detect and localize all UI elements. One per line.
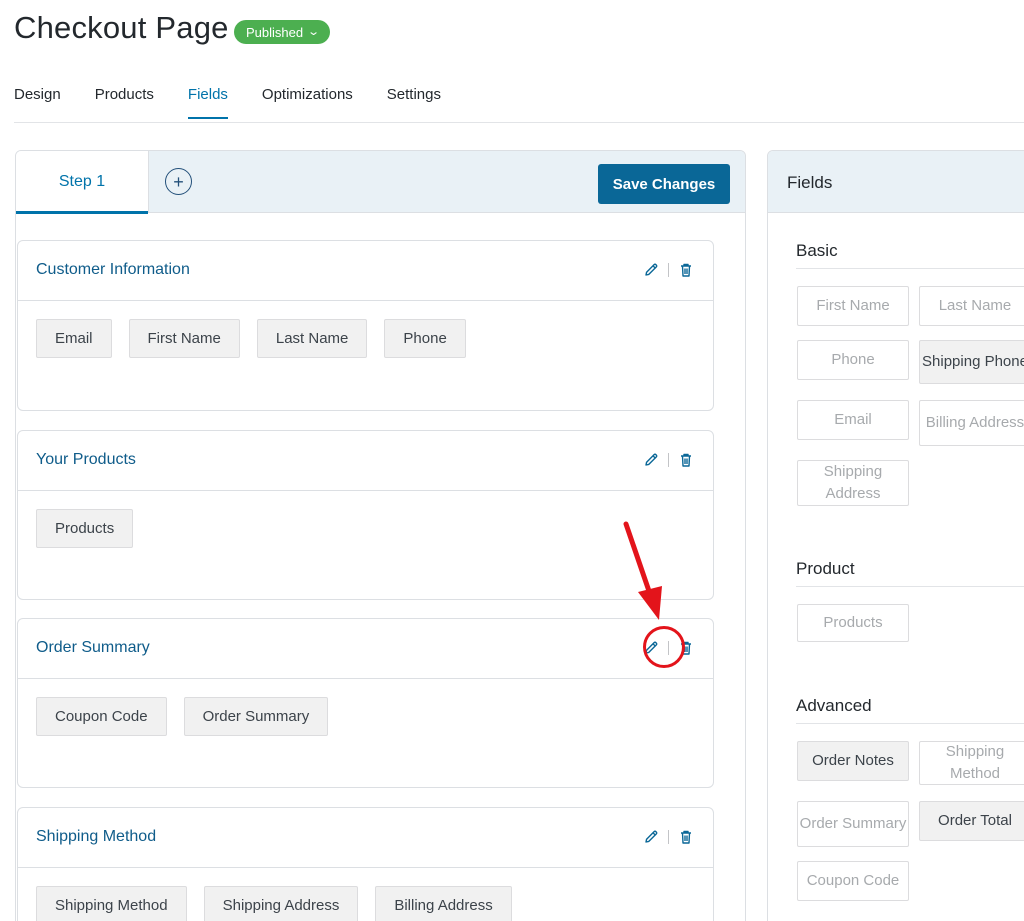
- add-step-button[interactable]: +: [165, 168, 192, 195]
- available-field-order-total[interactable]: Order Total: [919, 801, 1024, 841]
- group-title-advanced: Advanced: [796, 696, 872, 715]
- section-title: Your Products: [36, 451, 136, 468]
- divider: [668, 641, 669, 655]
- group-title-product: Product: [796, 559, 855, 578]
- step-tab[interactable]: Step 1: [16, 151, 149, 214]
- section-header: Order Summary: [18, 619, 713, 679]
- field-chip-products[interactable]: Products: [36, 509, 134, 548]
- available-field-last-name[interactable]: Last Name: [919, 286, 1024, 326]
- available-field-shipping-address[interactable]: Shipping Address: [797, 460, 909, 506]
- field-chip-shipping-address[interactable]: Shipping Address: [203, 886, 359, 921]
- group-divider: [796, 268, 1024, 269]
- tab-fields[interactable]: Fields: [187, 86, 228, 119]
- field-chip-email[interactable]: Email: [36, 319, 112, 358]
- page-title: Checkout Page: [14, 10, 229, 45]
- section-header: Your Products: [18, 431, 713, 491]
- available-field-products[interactable]: Products: [797, 604, 909, 642]
- field-chip-phone[interactable]: Phone: [384, 319, 466, 358]
- section-actions: [642, 639, 695, 657]
- pencil-icon[interactable]: [642, 828, 660, 846]
- pencil-icon[interactable]: [642, 639, 660, 657]
- section-header: Customer Information: [18, 241, 713, 301]
- field-chip-first-name[interactable]: First Name: [128, 319, 240, 358]
- section-fields: Email First Name Last Name Phone: [18, 301, 713, 376]
- available-field-coupon-code[interactable]: Coupon Code: [797, 861, 909, 901]
- section-your-products: Your Products Products: [17, 430, 714, 600]
- section-fields: Shipping Method Shipping Address Billing A…: [18, 868, 713, 921]
- field-chip-order-summary[interactable]: Order Summary: [183, 697, 329, 736]
- divider: [668, 453, 669, 467]
- field-chip-shipping-method[interactable]: Shipping Method: [36, 886, 187, 921]
- tabs-divider: [14, 122, 1024, 123]
- section-title: Shipping Method: [36, 828, 157, 845]
- section-title: Order Summary: [36, 639, 150, 656]
- save-changes-button[interactable]: Save Changes: [598, 164, 730, 204]
- available-field-order-summary[interactable]: Order Summary: [797, 801, 909, 847]
- tab-products[interactable]: Products: [95, 86, 154, 119]
- field-chip-last-name[interactable]: Last Name: [256, 319, 368, 358]
- field-chip-billing-address[interactable]: Billing Address: [375, 886, 512, 921]
- section-fields: Products: [18, 491, 713, 566]
- tab-optimizations[interactable]: Optimizations: [262, 86, 353, 119]
- fields-panel-title: Fields: [768, 151, 1024, 213]
- fields-panel: Fields Basic First Name Last Name Phone Ship…: [767, 150, 1024, 921]
- available-field-shipping-method[interactable]: Shipping Method: [919, 741, 1024, 785]
- available-field-shipping-phone[interactable]: Shipping Phone: [919, 340, 1024, 384]
- available-field-phone[interactable]: Phone: [797, 340, 909, 380]
- page-tabs: Design Products Fields Optimizations Set…: [14, 86, 475, 119]
- divider: [668, 830, 669, 844]
- red-arrow-icon: [623, 521, 662, 620]
- available-field-first-name[interactable]: First Name: [797, 286, 909, 326]
- tab-design[interactable]: Design: [14, 86, 61, 119]
- divider: [668, 263, 669, 277]
- available-field-email[interactable]: Email: [797, 400, 909, 440]
- section-header: Shipping Method: [18, 808, 713, 868]
- section-title: Customer Information: [36, 261, 190, 278]
- group-divider: [796, 586, 1024, 587]
- section-customer-information: Customer Information Email First Name Last …: [17, 240, 714, 411]
- section-actions: [642, 451, 695, 469]
- section-actions: [642, 261, 695, 279]
- section-fields: Coupon Code Order Summary: [18, 679, 713, 754]
- status-label: Published: [246, 24, 304, 40]
- pencil-icon[interactable]: [642, 451, 660, 469]
- trash-icon[interactable]: [677, 261, 695, 279]
- trash-icon[interactable]: [677, 451, 695, 469]
- pencil-icon[interactable]: [642, 261, 660, 279]
- field-chip-coupon-code[interactable]: Coupon Code: [36, 697, 167, 736]
- group-title-basic: Basic: [796, 241, 838, 260]
- builder-header: Step 1 + Save Changes: [16, 151, 745, 214]
- chevron-down-icon: ⌄: [307, 25, 321, 38]
- available-field-order-notes[interactable]: Order Notes: [797, 741, 909, 781]
- trash-icon[interactable]: [677, 828, 695, 846]
- group-divider: [796, 723, 1024, 724]
- tab-settings[interactable]: Settings: [387, 86, 441, 119]
- status-badge[interactable]: Published ⌄: [234, 20, 331, 44]
- section-order-summary: Order Summary Coupon Code Order Summary: [17, 618, 714, 788]
- available-field-billing-address[interactable]: Billing Address: [919, 400, 1024, 446]
- trash-icon[interactable]: [677, 639, 695, 657]
- section-shipping-method: Shipping Method Shipping Method Shipping A…: [17, 807, 714, 921]
- section-actions: [642, 828, 695, 846]
